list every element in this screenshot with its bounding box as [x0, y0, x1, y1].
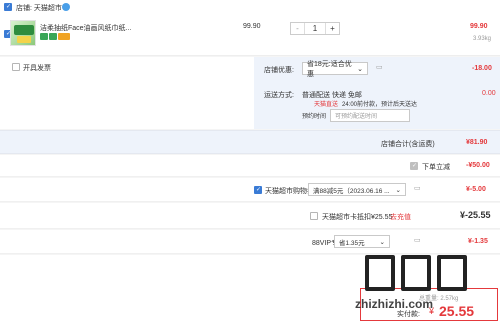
store-header: 店铺: 天猫超市 — [0, 0, 500, 14]
store-total-bar: 店铺合计(含运费) ¥81.90 — [0, 130, 500, 154]
chevron-down-icon: ⌄ — [395, 186, 401, 194]
watermark-glyph — [437, 255, 467, 291]
watermark: zhizhizhi.com — [355, 255, 495, 315]
invoice-label[interactable]: 开具发票 — [23, 63, 51, 73]
product-subtotal: 99.90 — [470, 23, 488, 30]
order-discount-row: 下单立减 -¥50.00 — [0, 155, 500, 177]
watermark-glyph — [401, 255, 431, 291]
watermark-logo — [365, 255, 473, 293]
order-discount-label: 下单立减 — [422, 164, 450, 171]
coupon-checkbox[interactable] — [254, 186, 262, 194]
vip-amount: ¥-1.35 — [468, 238, 488, 245]
order-discount-amount: -¥50.00 — [466, 162, 490, 169]
reserve-time-placeholder: 可预约配送时间 — [335, 114, 378, 120]
chevron-down-icon: ⌄ — [357, 65, 363, 73]
quantity-value[interactable]: 1 — [305, 23, 325, 34]
vip-select[interactable]: 省1.35元 ⌄ — [334, 235, 390, 248]
green-tag-icon — [49, 33, 57, 40]
product-image-label — [17, 36, 31, 43]
coupon-value: 满88减5元（2023.06.16 ... — [313, 187, 390, 195]
product-thumbnail[interactable] — [10, 20, 36, 46]
shipping-tag: 天猫直送 — [314, 102, 339, 108]
store-total-amount: ¥81.90 — [466, 139, 488, 146]
coupon-amount: ¥-5.00 — [466, 186, 486, 193]
coupon-row: 天猫超市购物券 满88减5元（2023.06.16 ... ⌄ ▭ ¥-5.00 — [0, 178, 500, 202]
vip-row: 88VIP专享9.5折 省1.35元 ⌄ ▭ ¥-1.35 — [0, 230, 500, 254]
green-tag-icon — [40, 33, 48, 40]
unit-price: 99.90 — [243, 23, 261, 30]
invoice-checkbox[interactable] — [12, 63, 20, 71]
coupon-label: 天猫超市购物券 — [265, 188, 314, 195]
shop-discount-label: 店铺优惠: — [264, 67, 294, 74]
shipping-amount: 0.00 — [482, 90, 496, 97]
quantity-stepper[interactable]: - 1 + — [290, 22, 340, 35]
product-row: 洁柔抽纸Face油画风纸巾纸... 99.90 - 1 + 99.90 3.93… — [0, 14, 500, 56]
blue-badge-icon — [62, 3, 70, 11]
increment-button[interactable]: + — [325, 23, 339, 34]
card-pay-checkbox[interactable] — [310, 212, 318, 220]
vip-value: 省1.35元 — [339, 239, 365, 247]
card-pay-amount: ¥-25.55 — [460, 210, 491, 220]
reserve-label: 预约时间 — [302, 114, 327, 120]
store-name[interactable]: 店铺: 天猫超市 — [16, 3, 62, 13]
order-discount-checkbox[interactable] — [410, 162, 418, 170]
card-pay-row: 天猫超市卡抵扣¥25.55 去充值 ¥-25.55 — [0, 203, 500, 229]
watermark-text: zhizhizhi.com — [355, 297, 433, 311]
store-checkbox[interactable] — [4, 3, 12, 11]
product-image-pack — [14, 25, 34, 35]
delivery-note: 24:00前付款，预计后天送达 — [342, 102, 418, 108]
watermark-glyph — [365, 255, 395, 291]
orange-tag-icon — [58, 33, 70, 40]
card-pay-label: 天猫超市卡抵扣¥25.55 — [322, 214, 393, 221]
shop-discount-amount: -18.00 — [472, 65, 492, 72]
reserve-time-select[interactable]: 可预约配送时间 — [330, 109, 410, 122]
product-tags — [40, 33, 71, 42]
shipping-label: 运送方式: — [264, 92, 294, 99]
coupon-select[interactable]: 满88减5元（2023.06.16 ... ⌄ — [308, 183, 406, 196]
note-icon[interactable]: ▭ — [414, 236, 421, 244]
store-total-label: 店铺合计(含运费) — [381, 141, 435, 148]
shop-discount-select[interactable]: 省18元:适合优惠 ⌄ — [302, 61, 368, 78]
note-icon[interactable]: ▭ — [376, 63, 383, 71]
chevron-down-icon: ⌄ — [379, 238, 385, 246]
note-icon[interactable]: ▭ — [414, 184, 421, 192]
product-title[interactable]: 洁柔抽纸Face油画风纸巾纸... — [40, 23, 131, 33]
shop-discount-value: 省18元:适合优惠 — [307, 60, 352, 78]
recharge-link[interactable]: 去充值 — [390, 212, 411, 222]
options-panel: 店铺优惠: 省18元:适合优惠 ⌄ ▭ -18.00 运送方式: 普通配送 快递… — [254, 57, 500, 129]
product-weight: 3.93kg — [473, 36, 492, 42]
decrement-button[interactable]: - — [291, 23, 305, 34]
